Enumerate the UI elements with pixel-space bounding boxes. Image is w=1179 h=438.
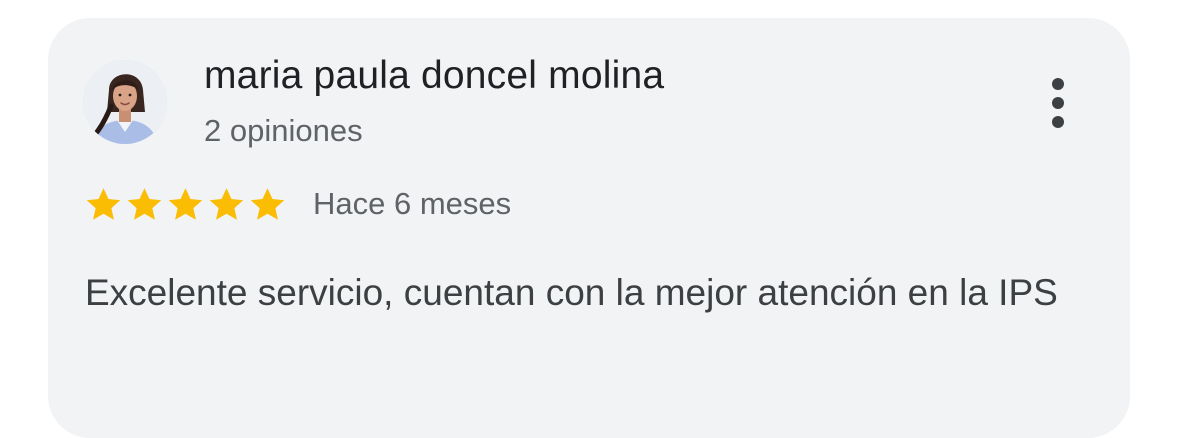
review-text: Excelente servicio, cuentan con la mejor… bbox=[85, 272, 1058, 313]
more-vert-icon-dot bbox=[1052, 116, 1064, 128]
review-time: Hace 6 meses bbox=[313, 186, 512, 221]
more-vert-icon-dot bbox=[1052, 78, 1064, 90]
star-icon bbox=[86, 188, 121, 220]
star-icon bbox=[209, 188, 244, 220]
more-options-button[interactable] bbox=[1034, 72, 1082, 134]
review-count[interactable]: 2 opiniones bbox=[204, 113, 363, 149]
star-rating bbox=[83, 184, 288, 226]
more-vert-icon-dot bbox=[1052, 97, 1064, 109]
star-icon bbox=[250, 188, 285, 220]
avatar[interactable] bbox=[83, 60, 167, 144]
reviewer-name[interactable]: maria paula doncel molina bbox=[204, 54, 664, 98]
star-icon bbox=[127, 188, 162, 220]
star-icon bbox=[168, 188, 203, 220]
avatar-photo bbox=[83, 60, 167, 144]
